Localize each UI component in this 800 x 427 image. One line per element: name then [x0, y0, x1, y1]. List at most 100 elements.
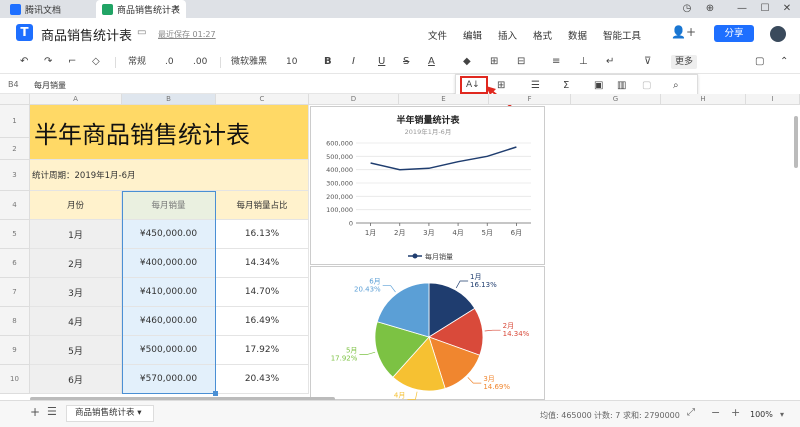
add-collaborator-icon[interactable]: 👤+ — [671, 25, 696, 39]
bold-button[interactable]: B — [324, 55, 332, 69]
percent-cell[interactable]: 20.43% — [216, 365, 309, 394]
tab-tencent-docs[interactable]: 腾讯文档 — [4, 0, 86, 18]
font-size-select[interactable]: 10 — [286, 55, 297, 69]
month-cell[interactable]: 2月 — [30, 249, 122, 278]
underline-button[interactable]: U — [378, 55, 385, 69]
menu-format[interactable]: 格式 — [533, 28, 552, 42]
sheet-list-icon[interactable]: ☰ — [47, 405, 57, 418]
sales-cell[interactable]: ¥570,000.00 — [122, 365, 216, 394]
document-title[interactable]: 商品销售统计表 — [41, 25, 132, 44]
format-painter-icon[interactable]: ⌐ — [68, 55, 76, 69]
column-header[interactable]: G — [571, 94, 661, 105]
share-button[interactable]: 分享 — [714, 25, 754, 42]
menu-file[interactable]: 文件 — [428, 28, 447, 42]
column-header[interactable]: H — [661, 94, 746, 105]
period-cell[interactable]: 统计周期：2019年1月-6月 — [30, 160, 309, 191]
redo-icon[interactable]: ↷ — [44, 55, 52, 69]
sales-cell[interactable]: ¥410,000.00 — [122, 278, 216, 307]
sum-icon[interactable]: Σ — [563, 80, 569, 91]
star-icon[interactable]: ☆ — [121, 27, 131, 40]
sales-cell[interactable]: ¥450,000.00 — [122, 220, 216, 249]
folder-icon[interactable]: ▭ — [137, 27, 146, 38]
row-header[interactable]: 6 — [0, 249, 30, 278]
row-header[interactable]: 2 — [0, 138, 30, 160]
sales-cell[interactable]: ¥400,000.00 — [122, 249, 216, 278]
add-sheet-icon[interactable]: + — [30, 405, 40, 419]
font-select[interactable]: 微软雅黑 — [231, 55, 267, 69]
history-icon[interactable]: ◷ — [680, 2, 694, 16]
clear-format-icon[interactable]: ◇ — [92, 55, 100, 69]
row-header[interactable]: 8 — [0, 307, 30, 336]
row-header[interactable]: 7 — [0, 278, 30, 307]
minimize-icon[interactable]: — — [735, 2, 749, 16]
tab-sales-sheet[interactable]: 商品销售统计表 ✕ — [96, 0, 186, 18]
percent-cell[interactable]: 14.70% — [216, 278, 309, 307]
pie-chart-panel[interactable]: 1月16.13%2月14.34%3月14.69%4月16.49%5月17.92%… — [310, 266, 545, 400]
sales-cell[interactable]: ¥460,000.00 — [122, 307, 216, 336]
close-icon[interactable]: ✕ — [172, 4, 180, 14]
filter-icon[interactable]: ⊽ — [644, 55, 651, 69]
month-cell[interactable]: 4月 — [30, 307, 122, 336]
align-vertical-icon[interactable]: ⊥ — [579, 55, 588, 69]
column-header[interactable]: I — [746, 94, 800, 105]
column-header[interactable]: D — [309, 94, 399, 105]
comment-icon[interactable]: ▢ — [755, 55, 764, 69]
menu-smart-tools[interactable]: 智能工具 — [603, 28, 641, 42]
zoom-out-icon[interactable]: − — [711, 406, 720, 419]
fill-color-icon[interactable]: ◆ — [463, 55, 471, 69]
header-cell[interactable]: 每月销量占比 — [216, 191, 309, 220]
row-header[interactable]: 9 — [0, 336, 30, 365]
maximize-icon[interactable]: ☐ — [758, 2, 772, 16]
percent-cell[interactable]: 17.92% — [216, 336, 309, 365]
line-chart-panel[interactable]: 半年销量统计表 2019年1月-6月 0 100,000 200,000 300,00… — [310, 106, 545, 265]
formula-input[interactable]: 每月销量 — [34, 80, 66, 91]
cell-reference[interactable]: B4 — [8, 80, 19, 89]
percent-cell[interactable]: 14.34% — [216, 249, 309, 278]
undo-icon[interactable]: ↶ — [20, 55, 28, 69]
row-header[interactable]: 1 — [0, 105, 30, 138]
spreadsheet-grid[interactable]: A B C D E F G H I 1 2 3 4 5 6 7 8 9 10 半… — [0, 94, 800, 400]
menu-insert[interactable]: 插入 — [498, 28, 517, 42]
strikethrough-button[interactable]: S — [403, 55, 409, 69]
find-icon[interactable]: ⌕ — [673, 80, 679, 91]
sheet-title[interactable]: 半年商品销售统计表 — [30, 105, 309, 160]
merge-cells-icon[interactable]: ⊟ — [517, 55, 525, 69]
border-icon[interactable]: ⊞ — [490, 55, 498, 69]
zoom-chevron-icon[interactable]: ▾ — [780, 410, 784, 419]
fit-screen-icon[interactable]: ⤢ — [687, 407, 695, 418]
number-format-select[interactable]: 常规 — [128, 55, 146, 69]
column-header[interactable]: E — [399, 94, 489, 105]
app-logo-icon[interactable]: T — [16, 24, 33, 41]
row-header[interactable]: 10 — [0, 365, 30, 394]
column-header[interactable]: C — [216, 94, 309, 105]
month-cell[interactable]: 6月 — [30, 365, 122, 394]
menu-data[interactable]: 数据 — [568, 28, 587, 42]
percent-cell[interactable]: 16.49% — [216, 307, 309, 336]
window-close-icon[interactable]: ✕ — [780, 2, 794, 16]
avatar[interactable] — [770, 26, 786, 42]
vertical-scrollbar[interactable] — [794, 116, 798, 168]
image-icon[interactable]: ▣ — [594, 80, 603, 91]
pin-icon[interactable]: ⊕ — [703, 2, 717, 16]
zoom-level[interactable]: 100% — [750, 410, 773, 419]
month-cell[interactable]: 5月 — [30, 336, 122, 365]
column-header[interactable]: B — [122, 94, 216, 105]
percent-cell[interactable]: 16.13% — [216, 220, 309, 249]
month-cell[interactable]: 1月 — [30, 220, 122, 249]
zoom-in-icon[interactable]: + — [731, 406, 740, 419]
text-color-button[interactable]: A — [428, 55, 435, 69]
chart-icon[interactable]: ▥ — [617, 80, 626, 91]
row-header[interactable]: 5 — [0, 220, 30, 249]
row-header[interactable]: 4 — [0, 191, 30, 220]
menu-edit[interactable]: 编辑 — [463, 28, 482, 42]
fill-handle[interactable] — [213, 391, 218, 396]
corner-cell[interactable] — [0, 94, 30, 105]
more-button[interactable]: 更多 — [671, 55, 698, 69]
text-wrap-icon[interactable]: ↵ — [606, 55, 614, 69]
header-cell[interactable]: 每月销量 — [122, 191, 216, 220]
decimal-decrease-button[interactable]: .0 — [165, 55, 174, 69]
align-horizontal-icon[interactable]: ≡ — [552, 55, 560, 69]
italic-button[interactable]: I — [352, 55, 355, 69]
month-cell[interactable]: 3月 — [30, 278, 122, 307]
collapse-toolbar-icon[interactable]: ⌃ — [780, 55, 788, 69]
